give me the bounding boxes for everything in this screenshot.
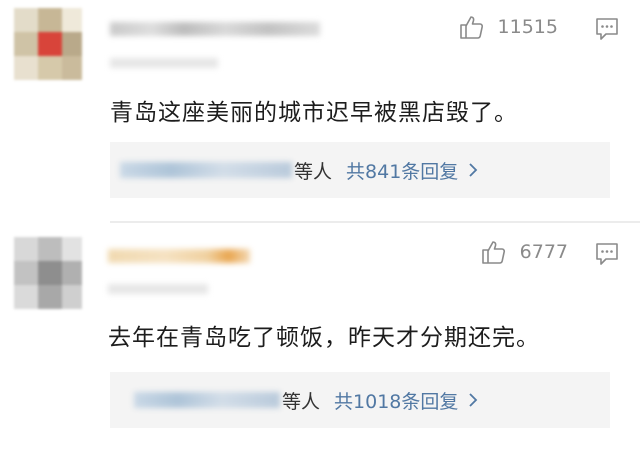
reply-count-link[interactable]: 共1018条回复: [334, 387, 458, 414]
comment-icon[interactable]: [594, 16, 620, 42]
comment-text: 青岛这座美丽的城市迟早被黑店毁了。: [110, 100, 518, 126]
comment-text: 去年在青岛吃了顿饭，昨天才分期还完。: [108, 325, 540, 351]
thumb-up-icon: [481, 241, 505, 264]
like-count: 11515: [497, 16, 558, 38]
like-button[interactable]: 11515: [458, 14, 558, 40]
user-meta-blurred: [108, 284, 208, 294]
comment-item: 11515 青岛这座美丽的城市迟早被黑店毁了。 等人 共841条回复: [0, 0, 640, 219]
reply-count-link[interactable]: 共841条回复: [346, 157, 458, 184]
replier-names-blurred: [120, 162, 292, 178]
comment-item: 6777 去年在青岛吃了顿饭，昨天才分期还完。 等人 共1018条回复: [0, 224, 640, 449]
replies-preview[interactable]: 等人 共1018条回复: [110, 372, 610, 428]
chevron-right-icon: [469, 163, 478, 177]
like-count: 6777: [519, 241, 568, 263]
avatar[interactable]: [14, 8, 82, 80]
replier-names-blurred: [134, 392, 280, 408]
replies-preview[interactable]: 等人 共841条回复: [110, 142, 610, 198]
repliers-suffix: 等人: [282, 390, 321, 413]
username-blurred[interactable]: [110, 22, 320, 36]
avatar[interactable]: [14, 237, 82, 309]
user-meta-blurred: [110, 58, 218, 68]
username-blurred[interactable]: [108, 249, 250, 263]
chevron-right-icon: [469, 393, 478, 407]
repliers-suffix: 等人: [294, 160, 333, 183]
thumb-up-icon: [459, 16, 483, 39]
like-button[interactable]: 6777: [480, 239, 568, 265]
divider: [110, 221, 640, 223]
comment-icon[interactable]: [594, 241, 620, 267]
